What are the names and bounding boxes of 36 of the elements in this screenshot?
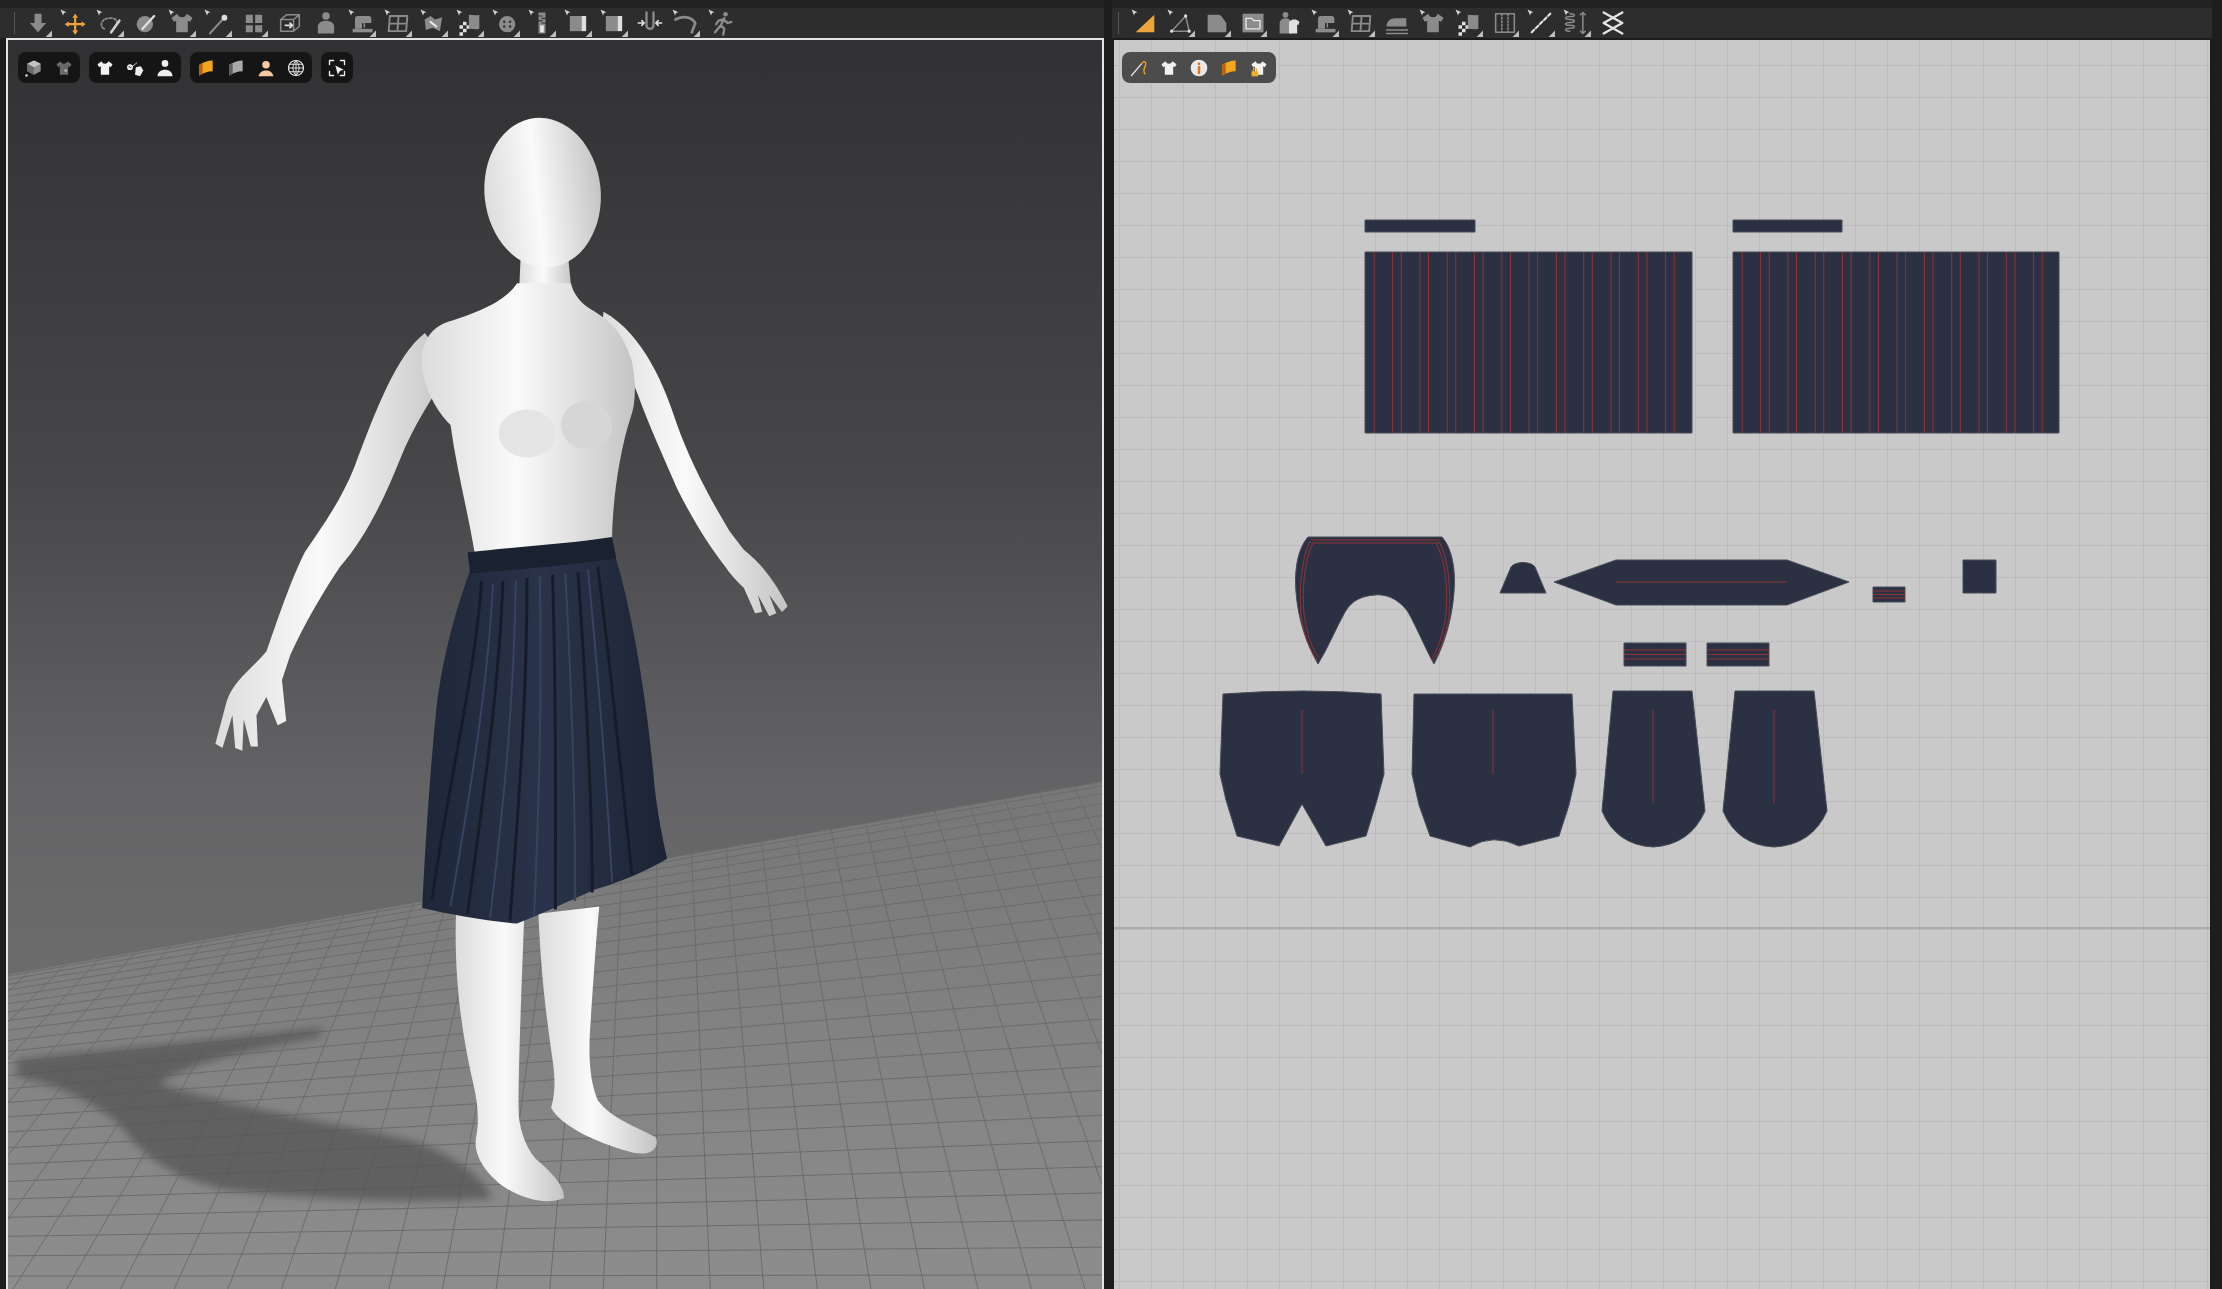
move-arrows-icon[interactable] [60,9,88,37]
triangle-points-icon[interactable] [1167,9,1195,37]
sewing-machine-icon[interactable] [1311,9,1339,37]
pattern-piece[interactable] [1295,536,1455,665]
pattern-piece[interactable] [1732,219,1843,233]
pattern-piece[interactable] [1364,219,1476,233]
pattern-shape-icon[interactable] [420,9,448,37]
pattern-piece[interactable] [1499,562,1547,594]
select-frame-icon[interactable] [327,57,347,78]
shirt-icon[interactable] [168,9,196,37]
pattern-piece[interactable] [1722,690,1828,848]
grid-icon[interactable] [384,9,412,37]
lasso-brush-icon[interactable] [96,9,124,37]
pattern-piece[interactable] [1219,690,1385,847]
checker-fabric-icon[interactable] [456,9,484,37]
person-icon[interactable] [155,57,175,78]
checker-fabric-icon[interactable] [1455,9,1483,37]
pattern-piece[interactable] [1962,559,1997,594]
pattern-piece[interactable] [1872,586,1906,603]
panel-strip-icon[interactable] [600,9,628,37]
pin-icon[interactable] [204,9,232,37]
pattern-piece[interactable] [1553,559,1850,606]
grid-icon[interactable] [1347,9,1375,37]
dashed-line-icon[interactable] [1527,9,1555,37]
sewing-button-icon[interactable] [492,9,520,37]
globe-icon[interactable] [286,57,306,78]
sewing-machine-icon[interactable] [348,9,376,37]
pattern-piece[interactable] [1411,693,1577,848]
info-icon[interactable] [1189,57,1209,78]
zipper-icon[interactable] [528,9,556,37]
curve-icon[interactable] [672,9,700,37]
pattern-piece[interactable] [1623,642,1687,667]
panel-strip-icon[interactable] [564,9,592,37]
pattern-piece[interactable] [1706,642,1770,667]
spring-icon[interactable] [1563,9,1591,37]
pattern-piece[interactable] [1601,690,1706,848]
